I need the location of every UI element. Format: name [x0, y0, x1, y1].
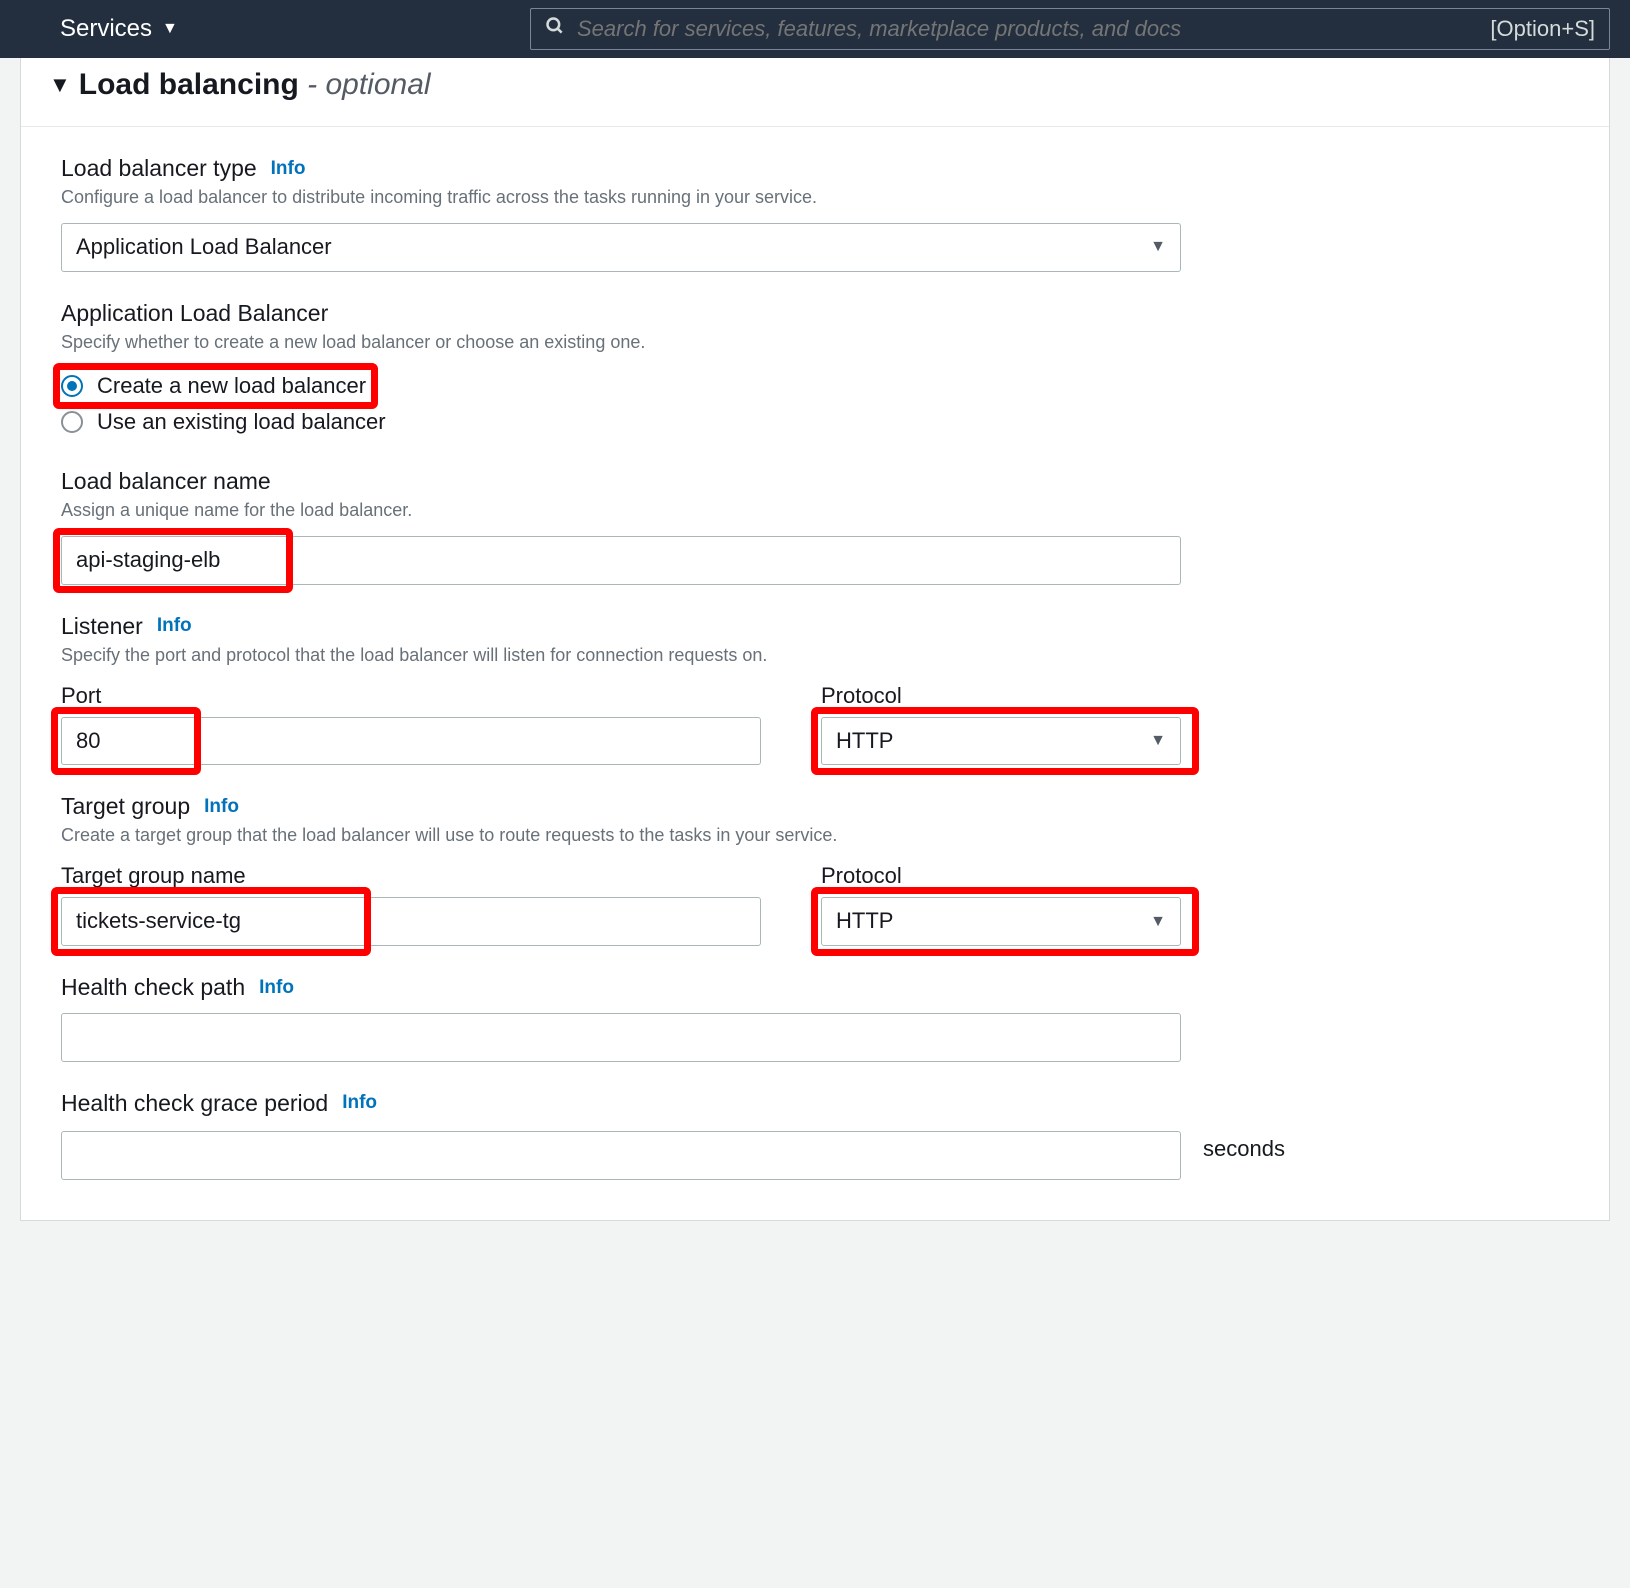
listener-info-link[interactable]: Info [157, 615, 192, 637]
services-menu-button[interactable]: Services ▼ [60, 15, 178, 43]
lb-name-section: Load balancer name Assign a unique name … [21, 440, 1609, 585]
chevron-down-icon: ▼ [1150, 730, 1166, 752]
target-group-protocol-select[interactable]: HTTP ▼ [821, 897, 1181, 946]
health-path-label: Health check path [61, 974, 245, 1001]
target-group-name-col: Target group name [61, 863, 761, 946]
caret-down-icon: ▼ [162, 20, 178, 38]
radio-checked-icon [61, 375, 83, 397]
port-label: Port [61, 683, 761, 709]
alb-choice-label: Application Load Balancer [61, 300, 328, 327]
listener-protocol-col: Protocol HTTP ▼ [821, 683, 1181, 766]
tg-protocol-label: Protocol [821, 863, 1181, 889]
search-icon [545, 16, 565, 42]
listener-label: Listener [61, 613, 143, 640]
lb-type-selected-value: Application Load Balancer [76, 232, 332, 263]
protocol-label: Protocol [821, 683, 1181, 709]
radio-use-existing-lb[interactable]: Use an existing load balancer [61, 404, 1569, 440]
listener-protocol-value: HTTP [836, 726, 893, 757]
lb-type-info-link[interactable]: Info [271, 158, 306, 180]
target-group-name-input[interactable] [61, 897, 761, 946]
lb-name-label: Load balancer name [61, 468, 271, 495]
health-grace-section: Health check grace period Info seconds [21, 1062, 1609, 1180]
radio-create-label: Create a new load balancer [97, 373, 366, 399]
health-grace-label: Health check grace period [61, 1090, 328, 1117]
listener-port-input[interactable] [61, 717, 761, 766]
load-balancing-panel: ▼ Load balancing - optional Load balance… [20, 58, 1610, 1221]
lb-type-desc: Configure a load balancer to distribute … [61, 184, 1569, 211]
chevron-down-icon: ▼ [1150, 236, 1166, 258]
listener-protocol-select[interactable]: HTTP ▼ [821, 717, 1181, 766]
target-group-protocol-col: Protocol HTTP ▼ [821, 863, 1181, 946]
optional-suffix: - optional [307, 68, 430, 101]
radio-create-new-lb[interactable]: Create a new load balancer [61, 368, 366, 404]
health-check-path-section: Health check path Info [21, 946, 1609, 1062]
services-label: Services [60, 15, 152, 43]
search-shortcut-hint: [Option+S] [1490, 16, 1595, 42]
top-navigation-bar: Services ▼ [Option+S] [0, 0, 1630, 58]
panel-title: Load balancing - optional [79, 68, 431, 102]
search-input[interactable] [577, 16, 1478, 42]
radio-existing-label: Use an existing load balancer [97, 409, 386, 435]
health-check-path-input[interactable] [61, 1013, 1181, 1062]
health-path-info-link[interactable]: Info [259, 977, 294, 999]
grace-unit-label: seconds [1203, 1136, 1285, 1162]
collapse-triangle-icon: ▼ [49, 74, 71, 96]
lb-type-select[interactable]: Application Load Balancer ▼ [61, 223, 1181, 272]
panel-header[interactable]: ▼ Load balancing - optional [21, 58, 1609, 127]
listener-port-col: Port [61, 683, 761, 766]
chevron-down-icon: ▼ [1150, 911, 1166, 933]
lb-name-desc: Assign a unique name for the load balanc… [61, 497, 1569, 524]
lb-name-input[interactable] [61, 536, 1181, 585]
lb-type-label: Load balancer type [61, 155, 257, 182]
target-group-info-link[interactable]: Info [204, 796, 239, 818]
tg-protocol-value: HTTP [836, 906, 893, 937]
tg-name-label: Target group name [61, 863, 761, 889]
health-grace-input[interactable] [61, 1131, 1181, 1180]
radio-unchecked-icon [61, 411, 83, 433]
alb-choice-section: Application Load Balancer Specify whethe… [21, 272, 1609, 440]
listener-desc: Specify the port and protocol that the l… [61, 642, 1569, 669]
target-group-label: Target group [61, 793, 190, 820]
target-group-section: Target group Info Create a target group … [21, 765, 1609, 946]
target-group-desc: Create a target group that the load bala… [61, 822, 1569, 849]
lb-type-section: Load balancer type Info Configure a load… [21, 127, 1609, 272]
global-search[interactable]: [Option+S] [530, 8, 1610, 50]
health-grace-info-link[interactable]: Info [342, 1092, 377, 1114]
alb-choice-desc: Specify whether to create a new load bal… [61, 329, 1569, 356]
listener-section: Listener Info Specify the port and proto… [21, 585, 1609, 766]
